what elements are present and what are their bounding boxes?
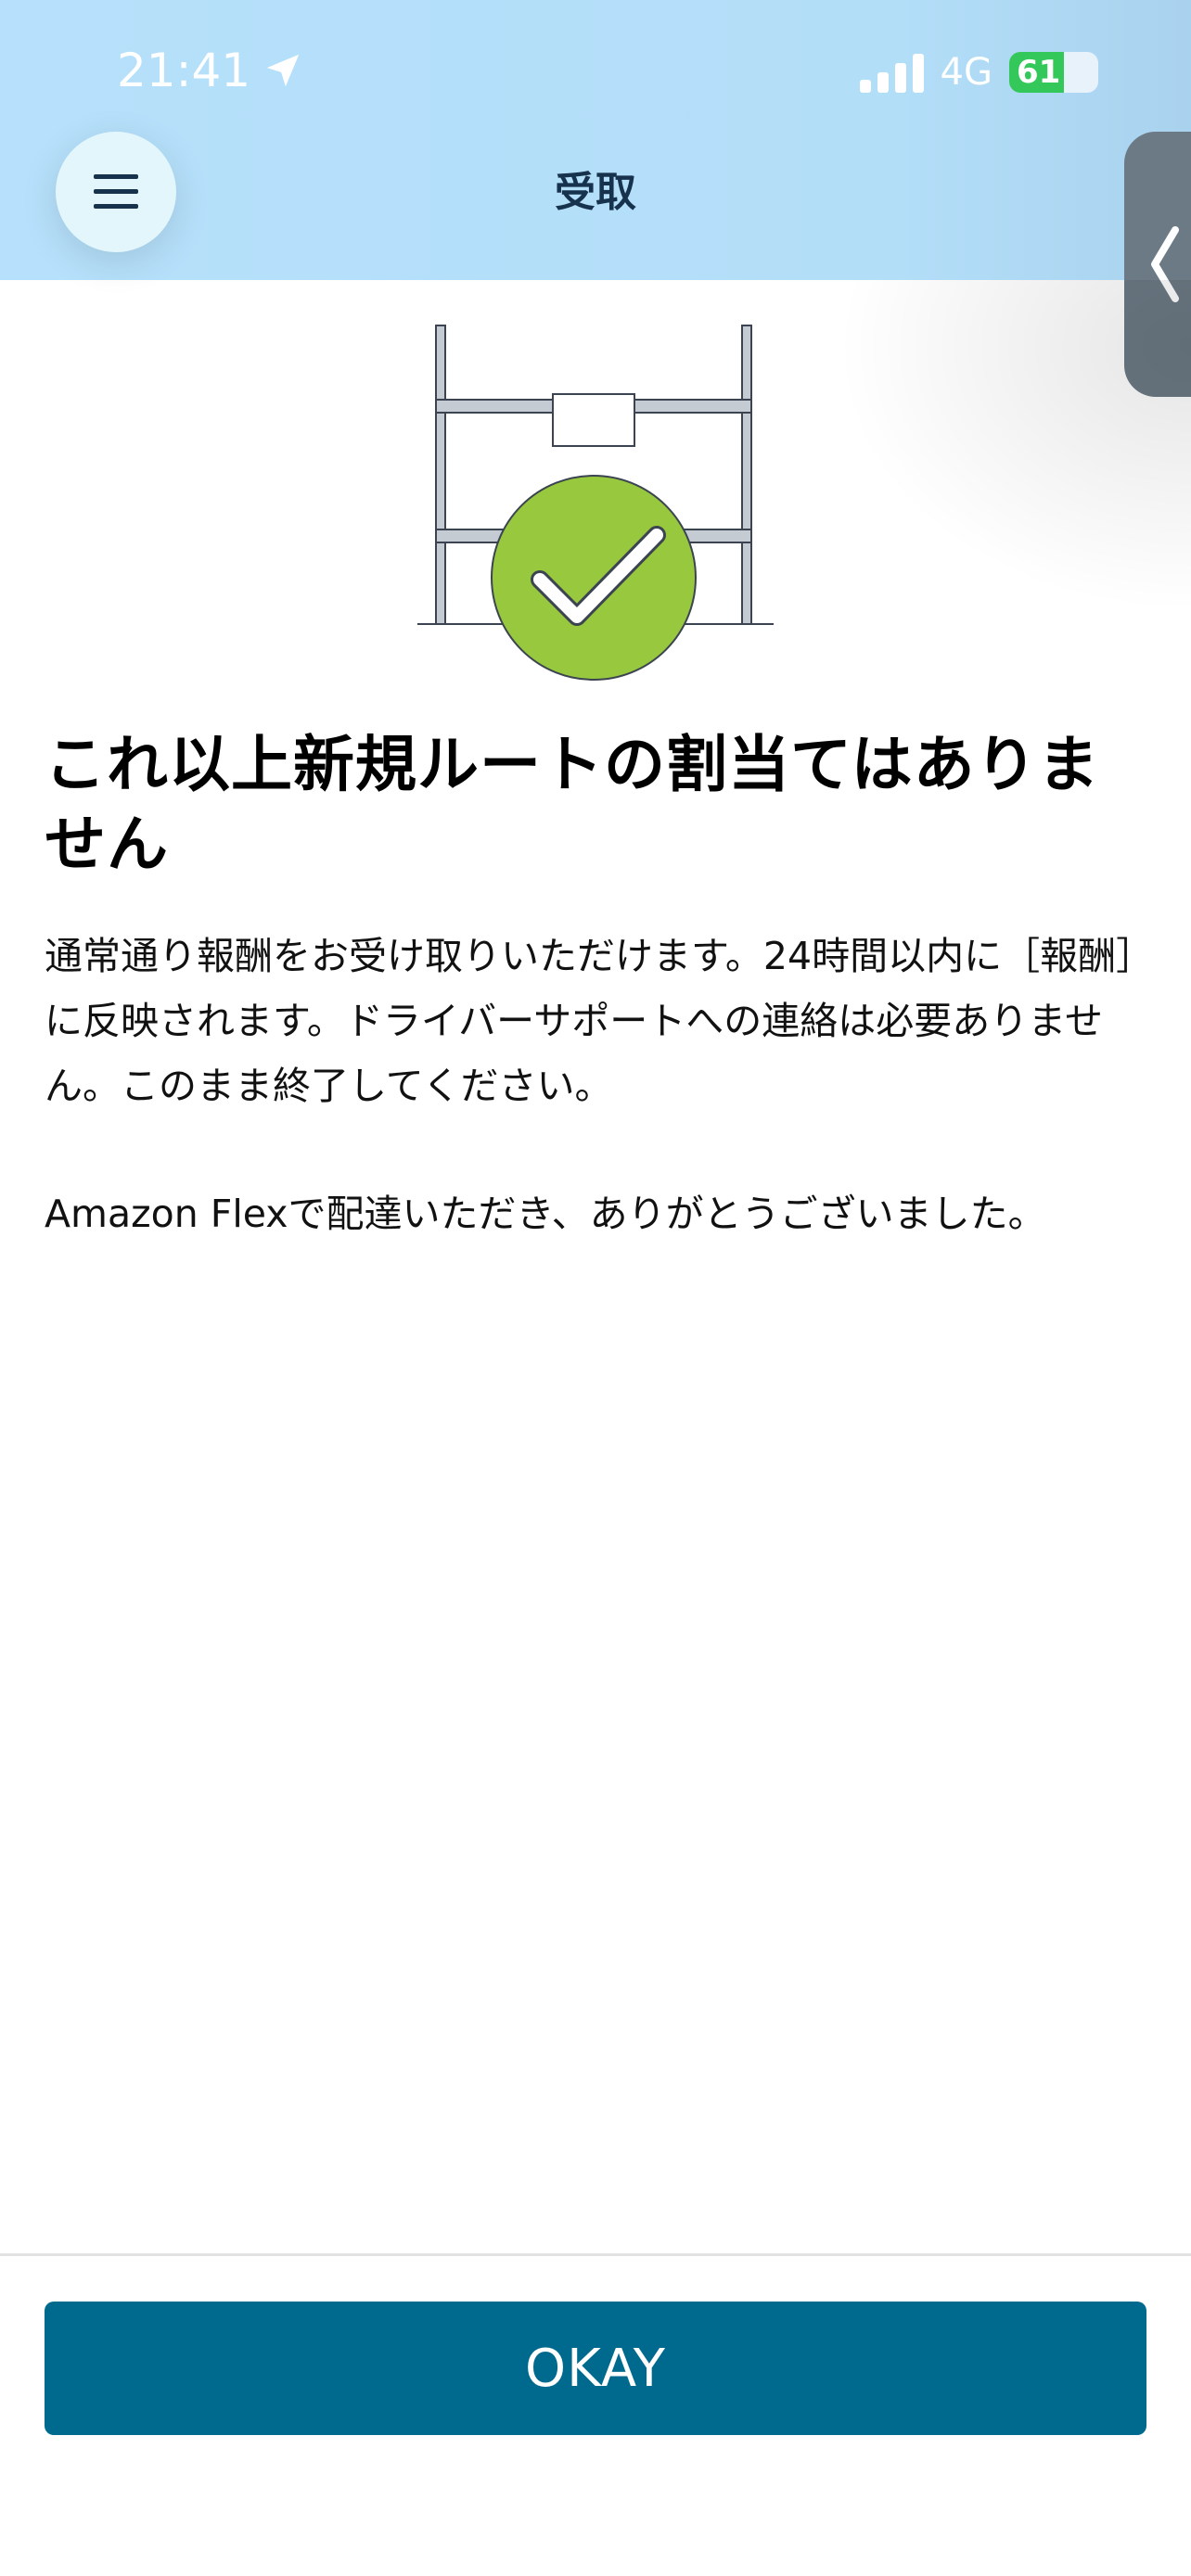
- thanks-text: Amazon Flexで配達いただき、ありがとうございました。: [45, 1192, 1046, 1236]
- location-arrow-icon: [266, 54, 300, 87]
- shelf-checkmark-icon: [417, 325, 774, 681]
- body-text: 通常通り報酬をお受け取りいただけます。24時間以内に［報酬］に反映されます。ドラ…: [45, 934, 1135, 1108]
- status-bar-right: 4G 61: [859, 45, 1098, 100]
- okay-button[interactable]: OKAY: [45, 2302, 1146, 2435]
- signal-bars-icon: [859, 52, 924, 93]
- app-header: 21:41 4G 61 受取: [0, 0, 1191, 280]
- footer-divider: [0, 2253, 1191, 2256]
- battery-level-text: 61: [1017, 54, 1061, 91]
- status-time-text: 21:41: [117, 44, 251, 97]
- page-title: 受取: [555, 169, 636, 216]
- edge-shadow: [835, 280, 1191, 614]
- status-bar-time: 21:41: [117, 41, 304, 100]
- battery-icon: 61: [1009, 52, 1098, 93]
- headline: これ以上新規ルートの割当てはありません: [45, 729, 1100, 880]
- network-type: 4G: [940, 51, 992, 94]
